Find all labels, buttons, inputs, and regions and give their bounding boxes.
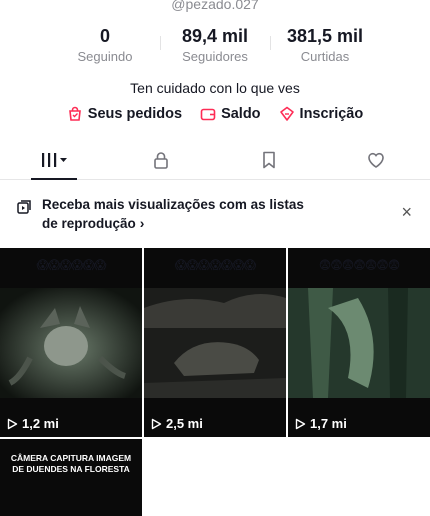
video-emoji-overlay: 😱😱😱😱😱😱	[36, 258, 106, 272]
likes-count: 381,5 mil	[286, 26, 364, 46]
balance-label: Saldo	[221, 106, 261, 122]
username: @pezado.027	[171, 0, 259, 12]
subscription-label: Inscrição	[299, 106, 364, 122]
following-count: 0	[99, 26, 110, 46]
orders-label: Seus pedidos	[87, 106, 183, 122]
profile-links: Seus pedidos Saldo Inscrição	[0, 106, 430, 122]
ticket-icon	[279, 106, 294, 121]
video-thumbnail[interactable]: CÂMERA CAPITURA IMAGEM DE DUENDES NA FLO…	[0, 439, 142, 516]
followers-label: Seguidores	[182, 49, 248, 64]
close-icon[interactable]: ×	[401, 202, 412, 223]
wallet-icon	[200, 108, 216, 121]
tab-videos[interactable]	[0, 140, 108, 179]
view-count-text: 1,7 mi	[310, 416, 347, 431]
video-emoji-overlay: 😨😨😨😨😨😨😨	[318, 258, 401, 272]
video-thumbnail[interactable]: 😱😱😱😱😱😱😱 2,5 mi	[144, 248, 286, 437]
likes-label: Curtidas	[300, 49, 350, 64]
stats-row: 0 Seguindo 89,4 mil Seguidores 381,5 mil…	[0, 26, 430, 64]
bio: Ten cuidado con lo que ves	[130, 80, 300, 96]
playlist-promo[interactable]: Receba mais visualizações com as listas …	[0, 188, 430, 240]
profile-tabs	[0, 140, 430, 180]
subscription-link[interactable]: Inscrição	[279, 106, 364, 122]
view-count: 1,2 mi	[6, 416, 59, 431]
promo-message: Receba mais visualizações com as listas …	[42, 197, 304, 231]
stat-followers[interactable]: 89,4 mil Seguidores	[160, 26, 270, 64]
view-count-text: 1,2 mi	[22, 416, 59, 431]
followers-count: 89,4 mil	[181, 26, 249, 46]
bag-icon	[68, 106, 81, 121]
video-thumbnail[interactable]: 😨😨😨😨😨😨😨 1,7 mi	[288, 248, 430, 437]
tab-liked[interactable]	[323, 140, 430, 179]
balance-link[interactable]: Saldo	[200, 106, 261, 122]
playlist-icon	[17, 200, 31, 214]
wolf-scene-image	[144, 288, 286, 398]
view-count-text: 2,5 mi	[166, 416, 203, 431]
stat-likes[interactable]: 381,5 mil Curtidas	[270, 26, 380, 64]
stat-following[interactable]: 0 Seguindo	[50, 26, 160, 64]
view-count: 2,5 mi	[150, 416, 203, 431]
orders-link[interactable]: Seus pedidos	[67, 106, 182, 122]
lock-icon	[154, 151, 169, 169]
play-icon	[295, 418, 306, 429]
heart-icon	[368, 152, 385, 168]
night-vision-scene-image	[288, 288, 430, 398]
video-caption: CÂMERA CAPITURA IMAGEM DE DUENDES NA FLO…	[10, 453, 132, 474]
play-icon	[151, 418, 162, 429]
view-count: 1,7 mi	[294, 416, 347, 431]
bookmark-icon	[262, 151, 275, 168]
tab-private[interactable]	[108, 140, 216, 179]
tab-saved[interactable]	[215, 140, 323, 179]
video-thumbnail[interactable]: 😱😱😱😱😱😱 1,2 mi	[0, 248, 142, 437]
play-icon	[7, 418, 18, 429]
following-label: Seguindo	[77, 49, 133, 64]
video-emoji-overlay: 😱😱😱😱😱😱😱	[174, 258, 257, 272]
chevron-right-icon: ›	[139, 215, 145, 231]
creature-scene-image	[0, 288, 142, 398]
promo-text: Receba mais visualizações com as listas …	[42, 196, 322, 233]
videos-grid-icon	[41, 152, 67, 167]
